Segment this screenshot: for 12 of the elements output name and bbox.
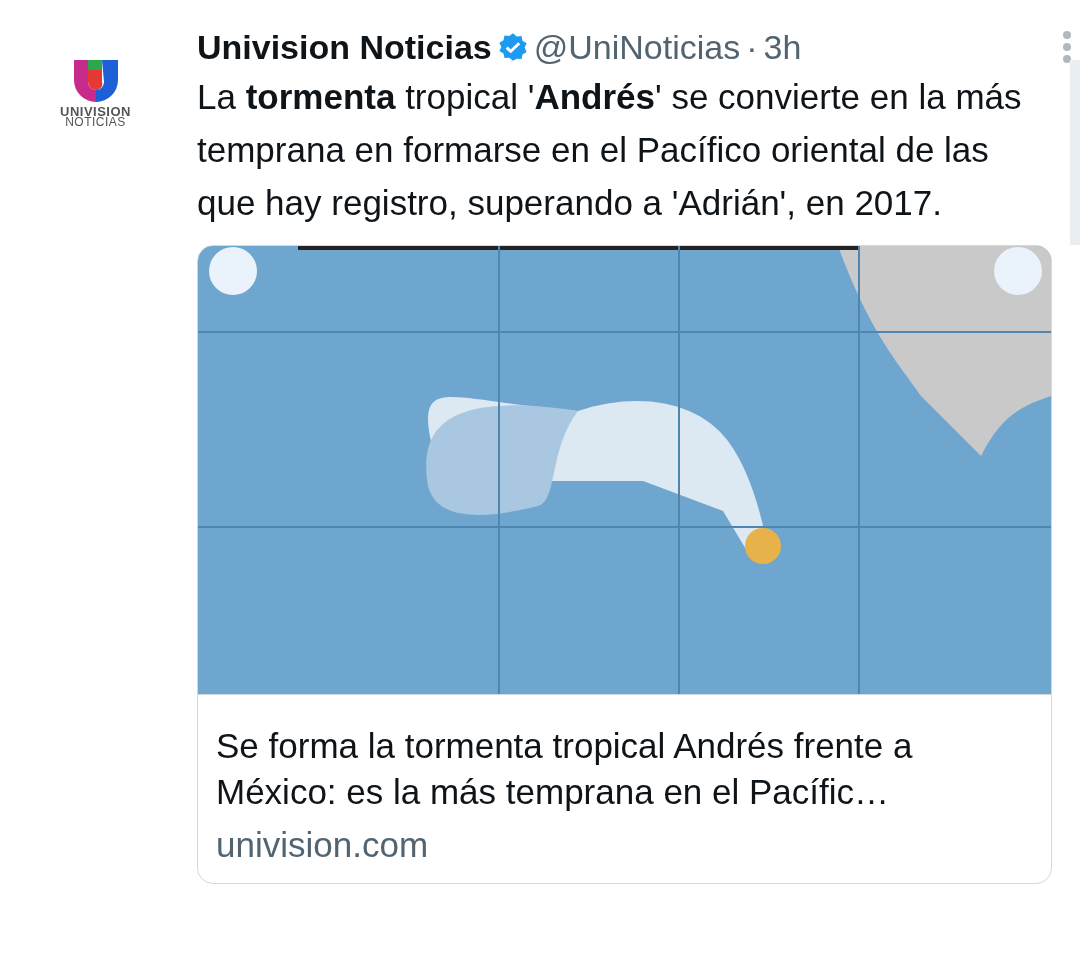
author-name[interactable]: Univision Noticias (197, 27, 492, 67)
timestamp[interactable]: 3h (763, 27, 802, 67)
logo-text: UNIVISION (60, 106, 131, 117)
card-domain: univision.com (216, 825, 430, 865)
logo-icon (71, 58, 120, 102)
card-title[interactable]: Se forma la tormenta tropical Andrés frente a México: es la más temprana en el Pacífic… (216, 723, 1033, 815)
logo-text: NOTICIAS (65, 117, 126, 128)
tweet-text: La tormenta tropical 'Andrés' se convierte en la más temprana en formarse en el Pacífico oriental de las que hay registro, superando a 'Adrián', en 2017. (197, 76, 1023, 224)
author-handle[interactable]: @UniNoticias (533, 27, 741, 67)
more-options-icon[interactable] (1062, 30, 1072, 64)
separator: · (746, 27, 758, 67)
link-card[interactable]: Se forma la tormenta tropical Andrés frente a México: es la más temprana en el Pacífic… univision.com (197, 245, 1052, 884)
